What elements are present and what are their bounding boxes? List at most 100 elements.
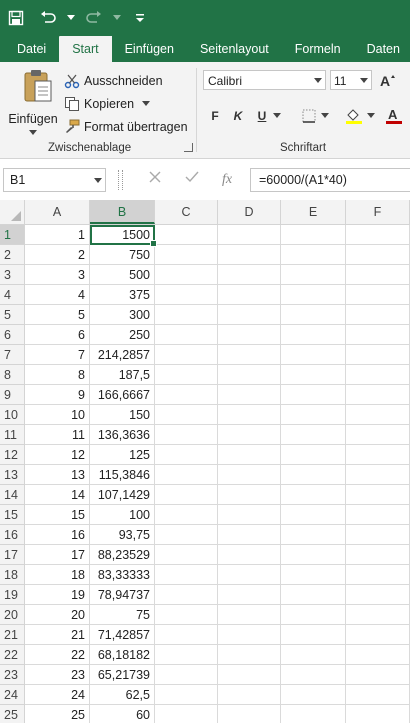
cell-d[interactable] xyxy=(218,665,281,685)
cell-d[interactable] xyxy=(218,685,281,705)
font-size-select[interactable]: 11 xyxy=(330,70,372,90)
tab-seitenlayout[interactable]: Seitenlayout xyxy=(187,36,282,62)
cell-f[interactable] xyxy=(346,665,410,685)
cell-d[interactable] xyxy=(218,285,281,305)
row-header[interactable]: 13 xyxy=(0,465,25,485)
tab-formeln[interactable]: Formeln xyxy=(282,36,354,62)
insert-function-icon[interactable]: fx xyxy=(222,172,232,188)
cell-b[interactable]: 187,5 xyxy=(90,365,155,385)
cell-f[interactable] xyxy=(346,505,410,525)
cell-c[interactable] xyxy=(155,385,218,405)
cell-c[interactable] xyxy=(155,705,218,723)
cell-b[interactable]: 78,94737 xyxy=(90,585,155,605)
row-header[interactable]: 1 xyxy=(0,225,25,245)
cell-c[interactable] xyxy=(155,525,218,545)
cell-f[interactable] xyxy=(346,245,410,265)
cell-e[interactable] xyxy=(281,225,346,245)
cell-a[interactable]: 18 xyxy=(25,565,90,585)
cell-d[interactable] xyxy=(218,325,281,345)
cell-f[interactable] xyxy=(346,425,410,445)
cell-e[interactable] xyxy=(281,525,346,545)
cell-a[interactable]: 20 xyxy=(25,605,90,625)
cell-d[interactable] xyxy=(218,365,281,385)
cell-c[interactable] xyxy=(155,545,218,565)
cell-b[interactable]: 136,3636 xyxy=(90,425,155,445)
cell-a[interactable]: 16 xyxy=(25,525,90,545)
cell-f[interactable] xyxy=(346,265,410,285)
row-header[interactable]: 18 xyxy=(0,565,25,585)
underline-button[interactable]: U xyxy=(254,106,270,126)
cell-d[interactable] xyxy=(218,445,281,465)
paste-dropdown-icon[interactable] xyxy=(29,130,37,136)
cell-d[interactable] xyxy=(218,225,281,245)
fill-color-button[interactable] xyxy=(344,106,364,126)
cell-e[interactable] xyxy=(281,265,346,285)
cell-b[interactable]: 100 xyxy=(90,505,155,525)
cell-d[interactable] xyxy=(218,305,281,325)
cell-a[interactable]: 23 xyxy=(25,665,90,685)
row-header[interactable]: 20 xyxy=(0,605,25,625)
cell-f[interactable] xyxy=(346,685,410,705)
underline-dropdown-icon[interactable] xyxy=(272,106,282,126)
cell-a[interactable]: 15 xyxy=(25,505,90,525)
row-header[interactable]: 24 xyxy=(0,685,25,705)
enter-icon[interactable] xyxy=(185,170,199,187)
cell-a[interactable]: 9 xyxy=(25,385,90,405)
cell-e[interactable] xyxy=(281,605,346,625)
cell-a[interactable]: 11 xyxy=(25,425,90,445)
row-header[interactable]: 21 xyxy=(0,625,25,645)
cell-b[interactable]: 83,33333 xyxy=(90,565,155,585)
cell-a[interactable]: 2 xyxy=(25,245,90,265)
cell-f[interactable] xyxy=(346,625,410,645)
cell-b[interactable]: 107,1429 xyxy=(90,485,155,505)
cell-e[interactable] xyxy=(281,345,346,365)
copy-button[interactable]: Kopieren xyxy=(64,93,151,115)
row-header[interactable]: 9 xyxy=(0,385,25,405)
row-header[interactable]: 5 xyxy=(0,305,25,325)
cell-c[interactable] xyxy=(155,585,218,605)
cell-e[interactable] xyxy=(281,445,346,465)
format-painter-button[interactable]: Format übertragen xyxy=(64,116,188,138)
cell-b[interactable]: 125 xyxy=(90,445,155,465)
increase-font-button[interactable]: A xyxy=(378,70,398,90)
cell-a[interactable]: 21 xyxy=(25,625,90,645)
cell-b[interactable]: 60 xyxy=(90,705,155,723)
undo-icon[interactable] xyxy=(32,0,64,36)
cell-c[interactable] xyxy=(155,345,218,365)
undo-dropdown-icon[interactable] xyxy=(64,0,78,36)
cell-a[interactable]: 13 xyxy=(25,465,90,485)
row-header[interactable]: 22 xyxy=(0,645,25,665)
cell-f[interactable] xyxy=(346,605,410,625)
cell-b[interactable]: 115,3846 xyxy=(90,465,155,485)
cell-c[interactable] xyxy=(155,665,218,685)
cell-c[interactable] xyxy=(155,265,218,285)
cell-e[interactable] xyxy=(281,285,346,305)
cell-b[interactable]: 375 xyxy=(90,285,155,305)
borders-button[interactable] xyxy=(300,106,318,126)
bold-button[interactable]: F xyxy=(207,106,223,126)
cell-e[interactable] xyxy=(281,565,346,585)
cell-f[interactable] xyxy=(346,445,410,465)
fill-color-dropdown-icon[interactable] xyxy=(366,106,376,126)
cell-a[interactable]: 3 xyxy=(25,265,90,285)
cut-button[interactable]: Ausschneiden xyxy=(64,70,163,92)
cell-f[interactable] xyxy=(346,585,410,605)
cell-a[interactable]: 12 xyxy=(25,445,90,465)
cell-d[interactable] xyxy=(218,705,281,723)
cell-d[interactable] xyxy=(218,605,281,625)
cell-c[interactable] xyxy=(155,645,218,665)
tab-start[interactable]: Start xyxy=(59,36,112,62)
font-color-button[interactable]: A xyxy=(384,106,404,126)
cell-e[interactable] xyxy=(281,305,346,325)
tab-datei[interactable]: Datei xyxy=(4,36,59,62)
row-header[interactable]: 11 xyxy=(0,425,25,445)
cell-e[interactable] xyxy=(281,465,346,485)
cell-d[interactable] xyxy=(218,505,281,525)
row-header[interactable]: 12 xyxy=(0,445,25,465)
formula-input[interactable]: =60000/(A1*40) xyxy=(250,168,410,192)
cell-b[interactable]: 214,2857 xyxy=(90,345,155,365)
cell-a[interactable]: 22 xyxy=(25,645,90,665)
tab-daten[interactable]: Daten xyxy=(354,36,410,62)
cell-f[interactable] xyxy=(346,365,410,385)
cell-f[interactable] xyxy=(346,565,410,585)
